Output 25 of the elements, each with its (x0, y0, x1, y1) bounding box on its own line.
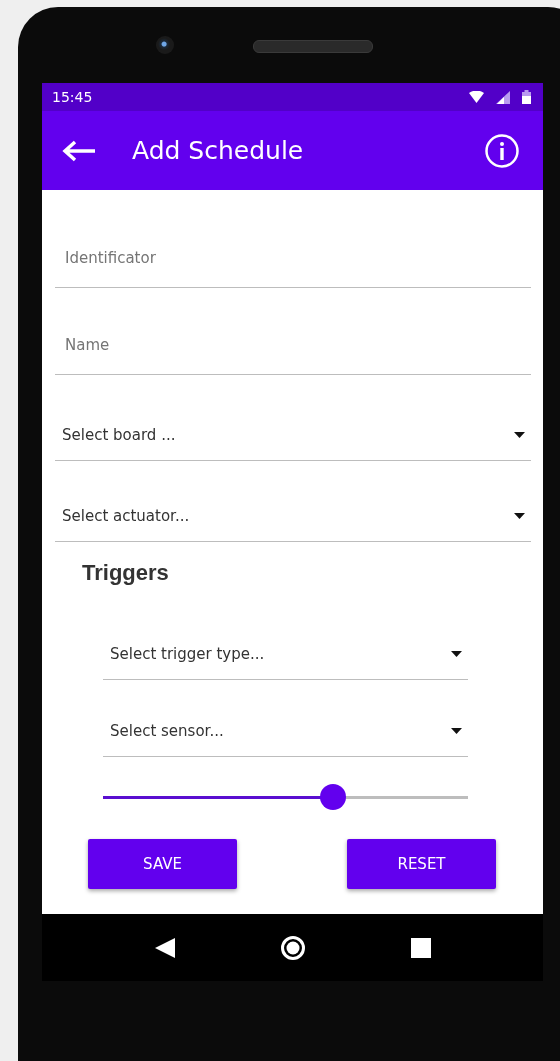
slider-thumb[interactable] (319, 784, 346, 810)
wifi-icon (469, 91, 484, 103)
caret-icon (514, 513, 525, 519)
dropdown[interactable]: Select board ... (55, 426, 531, 460)
text-field[interactable]: Identificator (55, 249, 531, 287)
dropdown[interactable]: Select trigger type... (103, 645, 468, 679)
camera-icon (156, 36, 174, 54)
dropdown[interactable]: Select actuator... (55, 507, 531, 541)
action-button[interactable]: RESET (347, 839, 496, 889)
caret-icon (451, 728, 462, 734)
home-circle-icon[interactable] (280, 934, 307, 961)
screen-title: Add Schedule (132, 136, 305, 165)
action-button[interactable]: SAVE (88, 839, 237, 889)
caret-icon (514, 432, 525, 438)
back-arrow-icon[interactable] (62, 139, 96, 162)
section-heading: Triggers (82, 560, 170, 586)
signal-icon (496, 90, 510, 104)
caret-icon (451, 651, 462, 657)
text-field[interactable]: Name (55, 336, 531, 374)
square-icon[interactable] (410, 937, 431, 958)
dropdown[interactable]: Select sensor... (103, 722, 468, 756)
info-icon[interactable] (485, 133, 519, 168)
battery-icon (522, 90, 531, 104)
back-triangle-icon[interactable] (154, 936, 177, 959)
status-time: 15:45 (52, 89, 94, 105)
